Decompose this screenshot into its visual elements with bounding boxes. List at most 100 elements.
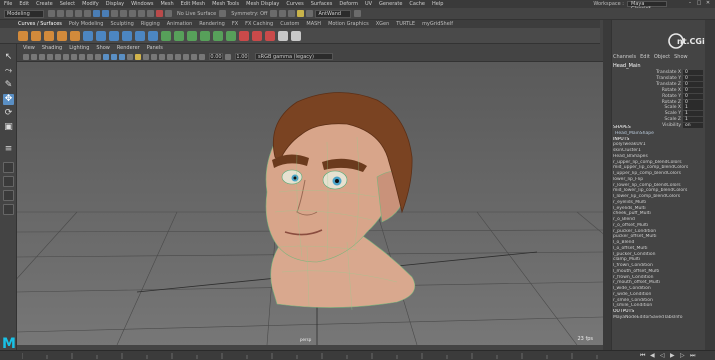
ambient-occlusion-icon[interactable] — [151, 53, 157, 60]
gamma-field[interactable]: 1.00 — [235, 53, 249, 60]
insert-isoparm-icon[interactable] — [265, 30, 275, 41]
lasso-tool-icon[interactable]: ⤳ — [3, 66, 14, 77]
reverse-direction-icon[interactable] — [291, 30, 301, 41]
nurbs-cone-icon[interactable] — [122, 30, 132, 41]
revolve-icon[interactable] — [174, 30, 184, 41]
maximize-icon[interactable]: □ — [696, 1, 702, 6]
channel-tab-object[interactable]: Object — [654, 54, 670, 60]
render-view-icon[interactable] — [306, 10, 314, 17]
grid-toggle-icon[interactable] — [55, 53, 61, 60]
nurbs-plane-icon[interactable] — [135, 30, 145, 41]
channel-tab-channels[interactable]: Channels — [613, 54, 636, 60]
viewport-menu-lighting[interactable]: Lighting — [69, 45, 89, 51]
input-line-field[interactable]: AntWand — [315, 9, 352, 18]
film-gate-icon[interactable] — [63, 53, 69, 60]
shelf-tab-fx[interactable]: FX — [232, 21, 238, 28]
undo-icon[interactable] — [75, 10, 82, 17]
channel-tab-show[interactable]: Show — [674, 54, 688, 60]
menu-item-mesh[interactable]: Mesh — [160, 1, 173, 7]
nurbs-torus-icon[interactable] — [148, 30, 158, 41]
menu-item-edit[interactable]: Edit — [19, 1, 29, 7]
attribute-value-field[interactable]: 0 — [683, 99, 703, 105]
channel-tab-edit[interactable]: Edit — [640, 54, 650, 60]
snap-point-icon[interactable] — [138, 10, 145, 17]
move-tool-icon[interactable]: ✥ — [3, 94, 14, 105]
attribute-row[interactable]: Translate Y0 — [612, 75, 706, 81]
rotate-tool-icon[interactable]: ⟳ — [3, 108, 14, 119]
ep-curve-icon[interactable] — [31, 30, 41, 41]
shelf-tab-curves-surfaces[interactable]: Curves / Surfaces — [18, 21, 62, 28]
snap-view-icon[interactable] — [147, 10, 154, 17]
minimize-icon[interactable]: – — [687, 1, 693, 6]
menu-item-display[interactable]: Display — [106, 1, 124, 7]
viewport-menu-view[interactable]: View — [23, 45, 35, 51]
resolution-gate-icon[interactable] — [71, 53, 77, 60]
shelf-tab-rigging[interactable]: Rigging — [141, 21, 160, 28]
attribute-row[interactable]: Translate Z0 — [612, 81, 706, 87]
loft-icon[interactable] — [161, 30, 171, 41]
menu-item-mesh-display[interactable]: Mesh Display — [246, 1, 279, 7]
menu-item-file[interactable]: File — [4, 1, 12, 7]
lights-icon[interactable] — [135, 53, 141, 60]
menu-item-curves[interactable]: Curves — [286, 1, 303, 7]
shelf-tab-custom[interactable]: Custom — [280, 21, 299, 28]
snap-curve-icon[interactable] — [129, 10, 136, 17]
pencil-curve-icon[interactable] — [57, 30, 67, 41]
attribute-row[interactable]: Rotate Y0 — [612, 93, 706, 99]
birail-icon[interactable] — [213, 30, 223, 41]
cv-curve-icon[interactable] — [18, 30, 28, 41]
attribute-value-field[interactable]: 0 — [683, 75, 703, 81]
camera-attributes-icon[interactable] — [31, 53, 37, 60]
nurbs-cylinder-icon[interactable] — [109, 30, 119, 41]
attribute-value-field[interactable]: 0 — [683, 87, 703, 93]
gamma-icon[interactable] — [225, 53, 231, 60]
xray-joints-icon[interactable] — [191, 53, 197, 60]
image-plane-icon[interactable] — [47, 53, 53, 60]
new-scene-icon[interactable] — [48, 10, 55, 17]
select-component-icon[interactable] — [111, 10, 118, 17]
attach-icon[interactable] — [239, 30, 249, 41]
menu-item-uv[interactable]: UV — [365, 1, 372, 7]
safe-action-icon[interactable] — [95, 53, 101, 60]
redo-icon[interactable] — [84, 10, 91, 17]
go-to-end-icon[interactable]: ⏭ — [690, 353, 696, 359]
planar-icon[interactable] — [187, 30, 197, 41]
shelf-tab-mygridshelf[interactable]: myGridShelf — [422, 21, 453, 28]
menu-set-dropdown[interactable]: Modeling — [4, 9, 44, 18]
viewport-menu-shading[interactable]: Shading — [42, 45, 62, 51]
persp-graph-layout-icon[interactable] — [3, 204, 14, 215]
menu-item-edit-mesh[interactable]: Edit Mesh — [181, 1, 205, 7]
step-forward-icon[interactable]: ▷ — [680, 353, 686, 359]
go-to-start-icon[interactable]: ⏮ — [640, 353, 646, 359]
shelf-tab-rendering[interactable]: Rendering — [199, 21, 225, 28]
menu-item-generate[interactable]: Generate — [379, 1, 402, 7]
workspace-selector[interactable]: Workspace : Maya Classic* — [593, 0, 667, 12]
time-slider[interactable]: M ⏮ ◀ ◁ ▶ ▷ ⏭ — [0, 337, 715, 360]
isolate-select-icon[interactable] — [175, 53, 181, 60]
bevel-plus-icon[interactable] — [226, 30, 236, 41]
attribute-value-field[interactable]: 1 — [683, 111, 703, 117]
nurbs-cube-icon[interactable] — [96, 30, 106, 41]
close-icon[interactable]: ✕ — [705, 1, 711, 6]
open-scene-icon[interactable] — [57, 10, 64, 17]
vertical-tab-strip[interactable] — [603, 20, 611, 350]
attribute-editor-strip[interactable] — [705, 20, 715, 350]
color-space-dropdown[interactable]: sRGB gamma (legacy) — [255, 53, 333, 60]
select-hierarchy-icon[interactable] — [93, 10, 100, 17]
xray-icon[interactable] — [183, 53, 189, 60]
rebuild-icon[interactable] — [278, 30, 288, 41]
attribute-value-field[interactable]: 0 — [683, 70, 703, 75]
shelf-tab-sculpting[interactable]: Sculpting — [110, 21, 133, 28]
attribute-value-field[interactable]: 0 — [683, 93, 703, 99]
paint-select-icon[interactable]: ✎ — [3, 80, 14, 91]
viewport-menu-renderer[interactable]: Renderer — [117, 45, 140, 51]
smooth-shade-icon[interactable] — [111, 53, 117, 60]
select-camera-icon[interactable] — [23, 53, 29, 60]
attribute-row[interactable]: Rotate X0 — [612, 87, 706, 93]
menu-item-windows[interactable]: Windows — [131, 1, 153, 7]
menu-item-deform[interactable]: Deform — [339, 1, 358, 7]
scale-tool-icon[interactable]: ▣ — [3, 122, 14, 133]
last-tool-icon[interactable]: ≡ — [3, 144, 14, 155]
attribute-row[interactable]: Scale Z1 — [612, 117, 706, 123]
attribute-row[interactable]: Scale Y1 — [612, 111, 706, 117]
